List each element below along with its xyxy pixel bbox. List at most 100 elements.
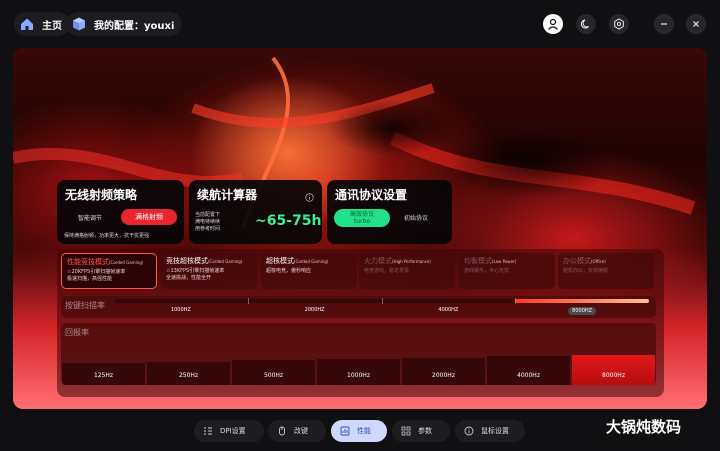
dpi-icon: [202, 425, 214, 437]
report-rate-option-label: 2000Hz: [432, 372, 455, 379]
mode-subtitle: (Corded Gaming): [109, 260, 144, 265]
mode-subtitle: (Corded Gaming): [208, 259, 243, 264]
scan-rate-tick: [381, 298, 383, 304]
mode-title: 均衡模式(Low Power): [464, 256, 550, 266]
mode-description: ☆20KFPS引擎扫描帧速率: [67, 269, 126, 275]
mode-description: 轻松办公，长效续航: [563, 268, 609, 274]
mode-card[interactable]: 办公模式(Office) 轻松办公，长效续航: [558, 253, 654, 289]
gear-icon: [614, 18, 624, 30]
protocol-title: 通讯协议设置: [335, 188, 408, 202]
full-rf-button[interactable]: 满格射频: [121, 209, 177, 225]
mode-description: 电竞游戏，稳定发挥: [364, 268, 410, 274]
mode-description: 超核电竞，傲秒响应: [266, 268, 312, 274]
battery-note-line: 当前配置下: [195, 212, 221, 218]
scan-rate-option[interactable]: 8000HZ: [568, 307, 597, 315]
mode-card[interactable]: 超核模式(Corded Gaming) 超核电竞，傲秒响应: [261, 253, 357, 289]
close-button[interactable]: [686, 14, 706, 34]
nav-mouse-settings[interactable]: 鼠标设置: [455, 420, 525, 442]
profile-selector[interactable]: 我的配置：youxi: [66, 12, 183, 36]
report-rate-option-label: 500Hz: [263, 372, 284, 379]
mode-description: 游戏娱乐，平心无忧: [464, 268, 510, 274]
protocol-card: 通讯协议设置 高效协议 turbo 初始协议: [327, 180, 452, 244]
battery-notes: 当前配置下 满电待续续 用参考时间: [195, 211, 220, 232]
report-rate-option-label: 8000Hz: [602, 372, 625, 379]
info-icon: [463, 425, 475, 437]
battery-estimate: ~65-75h: [255, 213, 322, 229]
mode-card[interactable]: 均衡模式(Low Power) 游戏娱乐，平心无忧: [459, 253, 555, 289]
efficient-protocol-sub: turbo: [353, 218, 371, 225]
mode-card[interactable]: 火力模式(High Performance) 电竞游戏，稳定发挥: [359, 253, 455, 289]
settings-button[interactable]: [609, 14, 629, 34]
user-avatar-button[interactable]: [543, 14, 563, 34]
mode-title: 超核模式(Corded Gaming): [266, 256, 352, 266]
report-rate-label: 回报率: [65, 328, 89, 337]
mode-description: 全速挑战，性能全开: [166, 275, 212, 281]
grid-icon: [400, 425, 412, 437]
nav-label: 鼠标设置: [481, 427, 509, 435]
mode-subtitle: (Office): [591, 259, 606, 264]
home-button[interactable]: 主页: [14, 12, 70, 36]
report-rate-bar[interactable]: [486, 356, 571, 385]
nav-label: DPI设置: [220, 427, 246, 435]
home-icon: [18, 15, 36, 33]
watermark: 大锅炖数码: [606, 418, 682, 436]
scan-rate-slider[interactable]: 按键扫描率 1000HZ 2000HZ 4000HZ 8000HZ: [61, 296, 656, 318]
nav-label: 改键: [294, 427, 308, 435]
user-icon: [548, 18, 558, 30]
mode-card[interactable]: 性能竞技模式(Corded Gaming) ☆20KFPS引擎扫描帧速率 极速扫描，…: [61, 253, 157, 289]
profile-label: 我的配置：youxi: [94, 20, 175, 32]
initial-protocol-option[interactable]: 初始协议: [404, 213, 428, 222]
mode-card[interactable]: 竞技超核模式(Corded Gaming) ☆13KFPS引擎扫描帧速率 全速挑战，…: [161, 253, 257, 289]
scan-rate-fill: [515, 299, 649, 303]
mode-title: 火力模式(High Performance): [364, 256, 450, 266]
battery-note-line: 满电待续续: [195, 219, 221, 225]
moon-icon: [580, 19, 589, 29]
scan-rate-option[interactable]: 1000HZ: [171, 307, 191, 313]
report-rate-option-label: 125Hz: [93, 372, 114, 379]
nav-dpi-settings[interactable]: DPI设置: [194, 420, 264, 442]
efficient-protocol-label: 高效协议: [349, 211, 374, 218]
mode-title-text: 火力模式: [364, 257, 392, 265]
rf-strategy-desc: 保持满格射频，功率更大，抗干扰更强: [64, 233, 150, 239]
mode-title-text: 均衡模式: [464, 257, 492, 265]
home-label: 主页: [42, 20, 62, 32]
mode-description: 极速扫描，高强性能: [67, 276, 113, 282]
nav-remap[interactable]: 改键: [268, 420, 326, 442]
mode-title-text: 竞技超核模式: [166, 257, 208, 265]
scan-rate-option[interactable]: 2000HZ: [305, 307, 325, 313]
nav-parameters[interactable]: 参数: [392, 420, 450, 442]
mode-title: 竞技超核模式(Corded Gaming): [166, 256, 252, 266]
performance-icon: [339, 425, 351, 437]
scan-rate-tick: [515, 298, 517, 304]
report-rate-selector[interactable]: 回报率 125Hz 250Hz 500Hz 1000Hz 2000Hz 4000Hz 800…: [61, 323, 656, 385]
battery-note-line: 用参考时间: [195, 226, 221, 232]
close-icon: [693, 21, 699, 27]
header: 主页 我的配置：youxi: [0, 0, 720, 48]
rf-strategy-title: 无线射频策略: [65, 188, 138, 202]
mode-title: 办公模式(Office): [563, 256, 649, 266]
nav-label: 参数: [418, 427, 432, 435]
mode-title-text: 办公模式: [563, 257, 591, 265]
battery-title: 续航计算器: [197, 188, 258, 202]
mode-subtitle: (Low Power): [492, 259, 517, 264]
scan-rate-label: 按键扫描率: [65, 301, 105, 310]
rf-strategy-card: 无线射频策略 智能调节 满格射频 保持满格射频，功率更大，抗干扰更强: [57, 180, 184, 244]
scan-rate-tick: [247, 298, 249, 304]
report-rate-option-label: 1000Hz: [347, 372, 370, 379]
report-rate-option-label: 250Hz: [178, 372, 199, 379]
cube-icon: [70, 15, 88, 33]
mouse-icon: [276, 425, 288, 437]
smart-adjust-option[interactable]: 智能调节: [78, 213, 102, 222]
minimize-button[interactable]: [654, 14, 674, 34]
nav-performance[interactable]: 性能: [331, 420, 387, 442]
mode-description: ☆13KFPS引擎扫描帧速率: [166, 268, 225, 274]
theme-button[interactable]: [576, 14, 596, 34]
efficient-protocol-button[interactable]: 高效协议 turbo: [334, 209, 390, 227]
mode-subtitle: (High Performance): [392, 259, 431, 264]
scan-rate-option[interactable]: 4000HZ: [438, 307, 458, 313]
nav-label: 性能: [357, 427, 371, 435]
mode-title-text: 超核模式: [266, 257, 294, 265]
report-rate-bar[interactable]: [571, 355, 656, 385]
info-icon[interactable]: [305, 187, 314, 206]
minimize-icon: [661, 23, 667, 25]
